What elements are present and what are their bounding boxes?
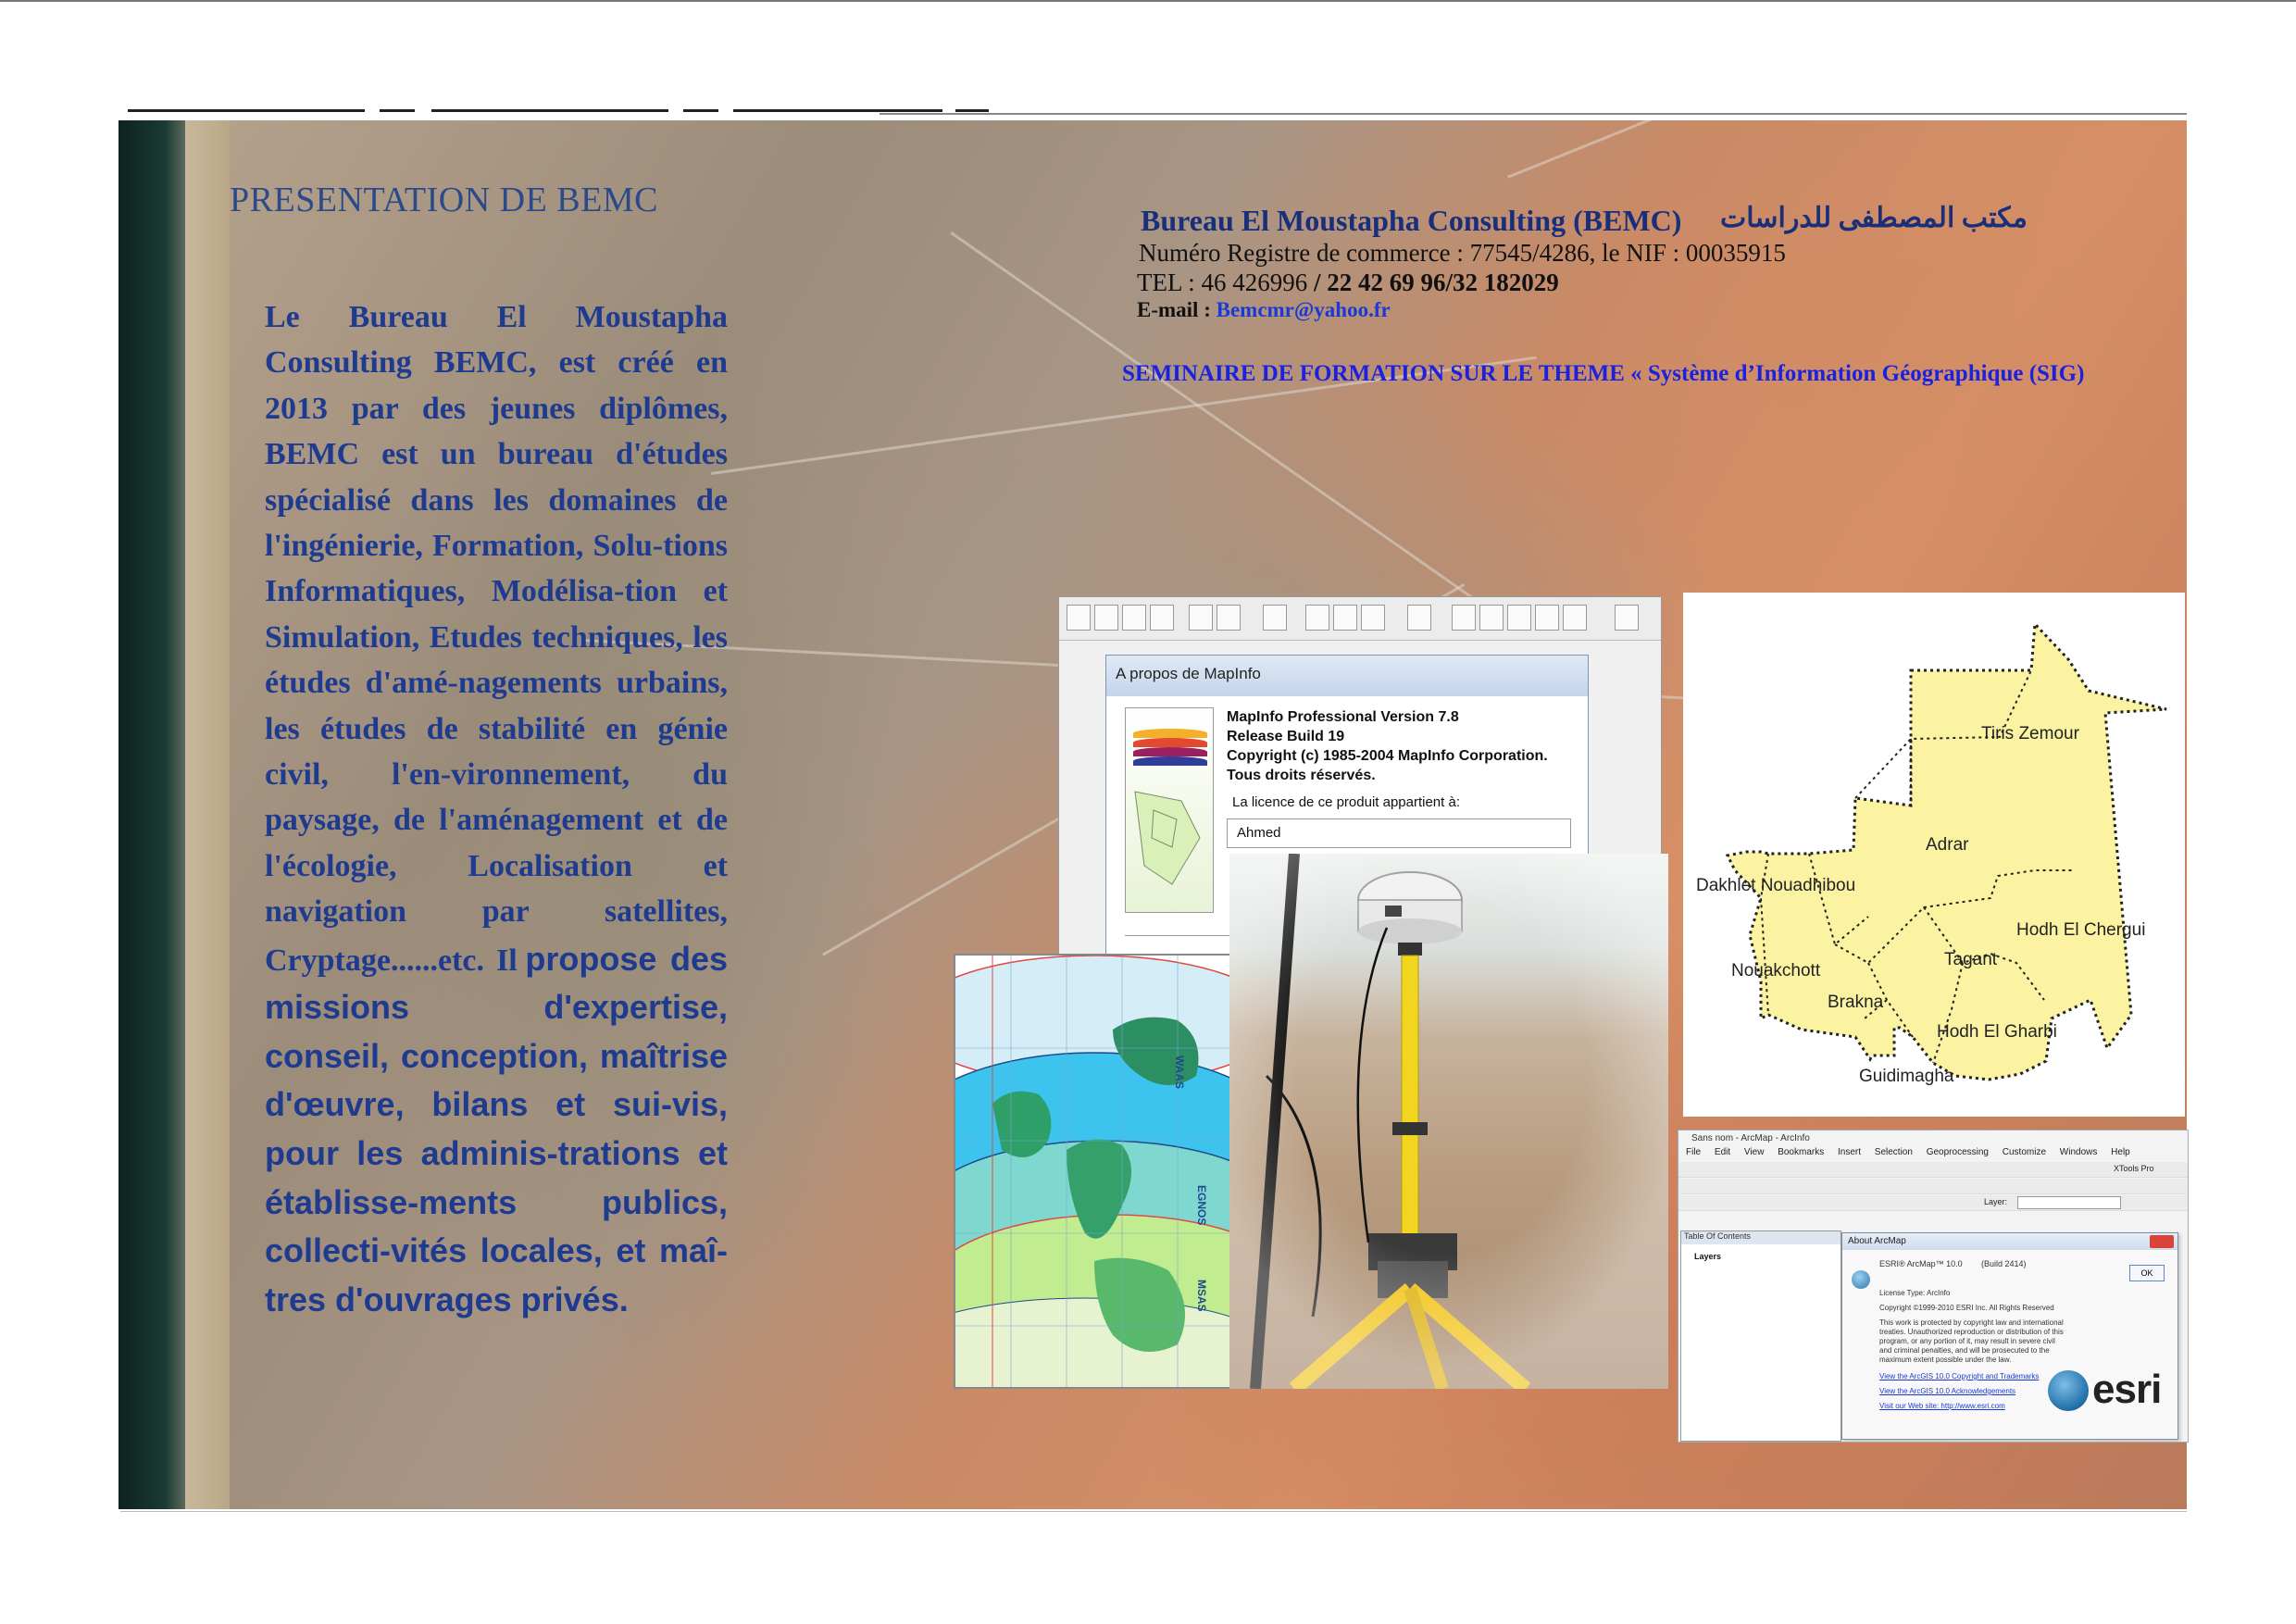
region-nouakchott: Nouakchott xyxy=(1731,961,1821,981)
presentation-body: Le Bureau El Moustapha Consulting BEMC, … xyxy=(265,294,728,1324)
beach xyxy=(185,120,230,1509)
close-icon[interactable] xyxy=(2150,1235,2174,1248)
release-line: Release Build 19 xyxy=(1227,729,1345,744)
sbas-world-map: WAAS EGNOS MSAS xyxy=(954,954,1233,1389)
mapinfo-toolbar xyxy=(1059,597,1661,641)
arcmap-screenshot: Sans nom - ArcMap - ArcInfo File Edit Vi… xyxy=(1678,1130,2189,1443)
region-dakhlet-nouadhibou: Dakhlet Nouadhibou xyxy=(1696,876,1855,895)
about-dialog-title: About ArcMap xyxy=(1842,1233,2177,1250)
egnos-label: EGNOS xyxy=(1195,1185,1208,1225)
ok-button[interactable]: OK xyxy=(2129,1265,2165,1281)
company-name-arabic: مكتب المصطفى للدراسات xyxy=(1720,203,2028,233)
licence-user: Ahmed xyxy=(1237,825,1281,841)
mauritania-map-graphic: Tiris Zemour Adrar Dakhlet Nouadhibou Ho… xyxy=(1696,620,2167,1086)
link-copyright[interactable]: View the ArcGIS 10.0 Copyright and Trade… xyxy=(1879,1372,2039,1381)
dialog-title: A propos de MapInfo xyxy=(1116,665,1261,682)
arcmap-toolbar-3: Layer: xyxy=(1678,1195,2188,1211)
arcmap-globe-icon xyxy=(1852,1270,1870,1289)
toc-title: Table Of Contents xyxy=(1681,1231,1841,1244)
region-guidimagha: Guidimagha xyxy=(1859,1067,1954,1086)
region-hodh-el-chergui: Hodh El Chergui xyxy=(2016,920,2145,940)
esri-logo: esri xyxy=(2092,1367,2162,1412)
menu-windows[interactable]: Windows xyxy=(2060,1147,2098,1157)
region-adrar: Adrar xyxy=(1926,835,1969,855)
msas-label: MSAS xyxy=(1195,1280,1208,1312)
registration-info: Numéro Registre de commerce : 77545/4286… xyxy=(1139,239,1786,267)
link-website[interactable]: Visit our Web site: http://www.esri.com xyxy=(1879,1402,2005,1411)
region-brakna: Brakna xyxy=(1828,993,1884,1012)
arcmap-window-title: Sans nom - ArcMap - ArcInfo xyxy=(1691,1133,1810,1143)
rights-line: Tous droits réservés. xyxy=(1227,768,1376,783)
layer-select[interactable] xyxy=(2017,1196,2121,1209)
esri-globe-icon xyxy=(2048,1370,2089,1411)
bottom-line xyxy=(120,1511,2187,1512)
licence-label: La licence de ce produit appartient à: xyxy=(1232,794,1460,810)
copyright-line: Copyright (c) 1985-2004 MapInfo Corporat… xyxy=(1227,748,1548,764)
menu-customize[interactable]: Customize xyxy=(2003,1147,2046,1157)
gps-receiver-photo xyxy=(1229,854,1668,1389)
about-arcmap-dialog: About ArcMap ESRI® ArcMap™ 10.0 (Build 2… xyxy=(1841,1232,2178,1440)
about-product: ESRI® ArcMap™ 10.0 xyxy=(1879,1259,1963,1268)
arcmap-toolbar-1: XTools Pro xyxy=(1678,1162,2188,1178)
menu-insert[interactable]: Insert xyxy=(1838,1147,1861,1157)
table-of-contents: Table Of Contents Layers xyxy=(1680,1230,1841,1442)
seminar-title: SEMINAIRE DE FORMATION SUR LE THEME « Sy… xyxy=(1122,361,2085,386)
menu-edit[interactable]: Edit xyxy=(1715,1147,1730,1157)
world-map-graphic: WAAS EGNOS MSAS xyxy=(955,956,1231,1387)
about-legal: This work is protected by copyright law … xyxy=(1879,1318,2064,1364)
region-hodh-el-gharbi: Hodh El Gharbi xyxy=(1937,1022,2057,1042)
region-tiris-zemour: Tiris Zemour xyxy=(1981,724,2080,743)
telephone: TEL : 46 426996 / 22 42 69 96/32 182029 xyxy=(1137,269,1559,297)
licence-user-field: Ahmed xyxy=(1227,818,1571,848)
dialog-titlebar: A propos de MapInfo xyxy=(1106,656,1588,696)
menu-selection[interactable]: Selection xyxy=(1875,1147,1913,1157)
mapinfo-logo xyxy=(1125,707,1214,913)
about-build: (Build 2414) xyxy=(1981,1259,2027,1268)
arcmap-menu-bar: File Edit View Bookmarks Insert Selectio… xyxy=(1686,1147,2141,1157)
about-copyright: Copyright ©1999-2010 ESRI Inc. All Right… xyxy=(1879,1304,2054,1312)
company-name: Bureau El Moustapha Consulting (BEMC) xyxy=(1141,204,1682,237)
tel-numbers: / 22 42 69 96/32 182029 xyxy=(1313,269,1559,296)
header-line xyxy=(880,113,2187,115)
mapinfo-logo-map xyxy=(1134,791,1201,885)
menu-help[interactable]: Help xyxy=(2111,1147,2130,1157)
menu-bookmarks[interactable]: Bookmarks xyxy=(1778,1147,1824,1157)
menu-view[interactable]: View xyxy=(1744,1147,1765,1157)
header-dashes xyxy=(128,96,989,115)
email-label: E-mail : xyxy=(1137,298,1217,321)
version-line: MapInfo Professional Version 7.8 xyxy=(1227,709,1459,725)
menu-geoprocessing[interactable]: Geoprocessing xyxy=(1927,1147,1989,1157)
email-address[interactable]: Bemcmr@yahoo.fr xyxy=(1217,298,1391,321)
body-text-serif: Le Bureau El Moustapha Consulting BEMC, … xyxy=(265,300,728,978)
mapinfo-version-info: MapInfo Professional Version 7.8 Release… xyxy=(1227,707,1548,785)
xtools-label: XTools Pro xyxy=(2114,1164,2154,1173)
presentation-title: PRESENTATION DE BEMC xyxy=(230,181,658,219)
email-line: E-mail : Bemcmr@yahoo.fr xyxy=(1137,298,1391,322)
body-text-sans: propose des missions d'expertise, consei… xyxy=(265,939,728,1318)
layer-label: Layer: xyxy=(1984,1197,2008,1206)
waas-label: WAAS xyxy=(1173,1056,1186,1089)
menu-file[interactable]: File xyxy=(1686,1147,1701,1157)
tel-label: TEL : 46 426996 xyxy=(1137,269,1314,296)
arcmap-toolbar-2 xyxy=(1678,1179,2188,1194)
ocean xyxy=(119,120,185,1509)
top-rule xyxy=(0,0,2296,2)
toc-layers[interactable]: Layers xyxy=(1694,1252,1721,1261)
mauritania-regions-map: Tiris Zemour Adrar Dakhlet Nouadhibou Ho… xyxy=(1683,593,2185,1117)
region-tagant: Tagant xyxy=(1944,950,1998,969)
link-acknowledgements[interactable]: View the ArcGIS 10.0 Acknowledgements xyxy=(1879,1387,2015,1396)
about-license: License Type: ArcInfo xyxy=(1879,1289,1951,1297)
